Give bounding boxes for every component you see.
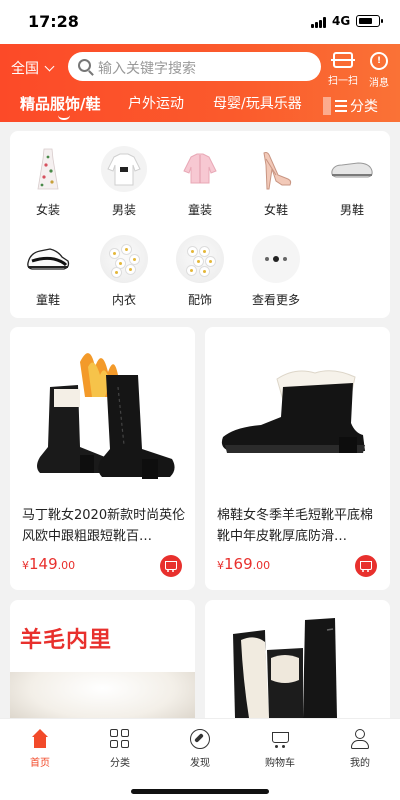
- search-input[interactable]: 输入关键字搜索: [68, 52, 321, 81]
- region-selector[interactable]: 全国: [11, 58, 55, 78]
- category-kids-shoes[interactable]: 童鞋: [10, 225, 86, 311]
- tab-outdoor-sports[interactable]: 户外运动: [128, 93, 184, 113]
- nav-label: 首页: [30, 758, 50, 769]
- product-card[interactable]: 羊毛内里: [10, 600, 195, 718]
- product-title: 马丁靴女2020新款时尚英伦风欧中跟粗跟短靴百…: [22, 508, 186, 544]
- nav-label: 分类: [110, 758, 130, 769]
- promo-banner-text: 羊毛内里: [20, 628, 113, 653]
- product-image: [221, 370, 365, 453]
- nav-discover[interactable]: 发现: [170, 729, 230, 769]
- cart-icon: [270, 729, 290, 749]
- category-accessories[interactable]: 配饰: [162, 225, 238, 311]
- product-image: [233, 618, 337, 718]
- more-dots-icon: [252, 235, 300, 283]
- region-label: 全国: [11, 61, 39, 77]
- user-icon: [350, 729, 370, 749]
- currency-symbol: ¥: [217, 559, 224, 572]
- category-underwear[interactable]: 内衣: [86, 225, 162, 311]
- category-label: 女装: [35, 203, 60, 217]
- price-decimal: .00: [57, 559, 76, 572]
- nav-cart[interactable]: 购物车: [250, 729, 310, 769]
- search-placeholder: 输入关键字搜索: [98, 61, 196, 77]
- product-card[interactable]: 马丁靴女2020新款时尚英伦风欧中跟粗跟短靴百… ¥149.00: [10, 327, 195, 590]
- app-header: 全国 输入关键字搜索 扫一扫 ! 消息 精品服饰/鞋 户外运动 母婴/玩具乐器 …: [0, 44, 400, 122]
- product-card[interactable]: 棉鞋女冬季羊毛短靴平底棉靴中年皮靴厚底防滑… ¥169.00: [205, 327, 390, 590]
- nav-profile[interactable]: 我的: [330, 729, 390, 769]
- category-tabs: 精品服饰/鞋 户外运动 母婴/玩具乐器 分类: [0, 90, 400, 122]
- price-main: 169: [224, 555, 253, 573]
- signal-icon: [311, 17, 327, 28]
- all-categories-button[interactable]: 分类: [323, 90, 400, 122]
- add-to-cart-button[interactable]: [355, 555, 377, 577]
- scan-button[interactable]: 扫一扫: [326, 52, 360, 87]
- status-time: 17:28: [28, 12, 79, 31]
- product-card[interactable]: [205, 600, 390, 718]
- category-mens-shoes[interactable]: 男鞋: [314, 135, 390, 221]
- tab-apparel-shoes[interactable]: 精品服饰/鞋: [20, 93, 100, 114]
- menu-icon: [335, 100, 347, 112]
- network-type: 4G: [332, 14, 351, 28]
- category-womens-shoes[interactable]: 女鞋: [238, 135, 314, 221]
- category-label: 男装: [111, 203, 136, 217]
- category-womens-clothing[interactable]: 女装: [10, 135, 86, 221]
- price-decimal: .00: [252, 559, 271, 572]
- category-mens-clothing[interactable]: 男装: [86, 135, 162, 221]
- search-icon: [78, 59, 91, 72]
- nav-label: 我的: [350, 758, 370, 769]
- price-main: 149: [29, 555, 58, 573]
- add-to-cart-button[interactable]: [160, 555, 182, 577]
- category-view-more[interactable]: 查看更多: [238, 225, 314, 311]
- category-label: 男鞋: [339, 203, 364, 217]
- bottom-nav: 首页 分类 发现 购物车 我的: [0, 718, 400, 800]
- currency-symbol: ¥: [22, 559, 29, 572]
- nav-home[interactable]: 首页: [10, 729, 70, 769]
- sweater-icon: [100, 145, 148, 193]
- category-label: 配饰: [187, 293, 212, 307]
- heels-icon: [252, 145, 300, 193]
- product-image: [37, 353, 175, 479]
- chevron-down-icon: [44, 61, 55, 71]
- message-button[interactable]: ! 消息: [362, 52, 396, 89]
- category-label: 内衣: [111, 293, 136, 307]
- flowers-icon: [176, 235, 224, 283]
- active-tab-indicator: [58, 115, 70, 120]
- category-label: 查看更多: [251, 293, 300, 307]
- product-title: 棉鞋女冬季羊毛短靴平底棉靴中年皮靴厚底防滑…: [217, 508, 374, 544]
- message-icon: !: [370, 52, 388, 70]
- compass-icon: [190, 729, 210, 749]
- status-bar: 17:28 4G: [0, 0, 400, 44]
- flowers-icon: [100, 235, 148, 283]
- nav-categories[interactable]: 分类: [90, 729, 150, 769]
- battery-icon: [356, 15, 383, 27]
- sneaker-icon: [24, 235, 72, 283]
- loafer-icon: [328, 145, 376, 193]
- category-label: 童鞋: [35, 293, 60, 307]
- home-indicator: [131, 789, 269, 794]
- scan-label: 扫一扫: [328, 76, 358, 87]
- home-icon: [30, 729, 50, 749]
- product-price: ¥149.00: [22, 555, 75, 573]
- dress-icon: [24, 145, 72, 193]
- scan-icon: [331, 52, 355, 68]
- category-kids-clothing[interactable]: 童装: [162, 135, 238, 221]
- category-label: 女鞋: [263, 203, 288, 217]
- category-label: 童装: [187, 203, 212, 217]
- wool-lining-image: [10, 672, 195, 718]
- kids-jacket-icon: [176, 145, 224, 193]
- tab-fade: [323, 97, 331, 115]
- nav-label: 购物车: [265, 758, 295, 769]
- nav-label: 发现: [190, 758, 210, 769]
- all-categories-label: 分类: [350, 99, 378, 115]
- message-label: 消息: [369, 78, 389, 89]
- category-grid: 女装 男装 童装 女鞋 男鞋 童鞋 内衣 配饰 查看更多: [10, 131, 390, 318]
- product-price: ¥169.00: [217, 555, 270, 573]
- grid-icon: [110, 729, 130, 749]
- tab-baby-toys[interactable]: 母婴/玩具乐器: [213, 93, 302, 113]
